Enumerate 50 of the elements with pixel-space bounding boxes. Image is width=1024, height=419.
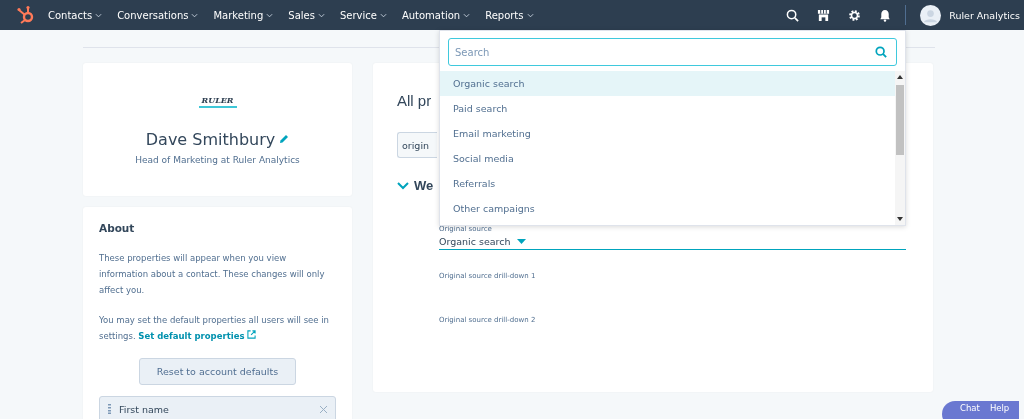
contact-job-title: Head of Marketing at Ruler Analytics [135, 154, 300, 165]
dropdown-option[interactable]: Paid search [440, 96, 895, 121]
drag-handle-icon[interactable] [108, 404, 111, 414]
search-icon[interactable] [786, 8, 800, 22]
contact-name: Dave Smithbury [145, 129, 276, 149]
dropdown-arrow-icon[interactable] [516, 239, 526, 244]
caret-icon [266, 12, 274, 18]
avatar-icon[interactable] [920, 4, 942, 26]
nav-menu-item[interactable]: Conversations [117, 9, 199, 21]
about-description: These properties will appear when you view information about a contact. These changes will only affect you. [99, 252, 326, 297]
chevron-icon[interactable] [397, 181, 409, 190]
set-default-properties-link[interactable]: Set default properties [138, 331, 257, 341]
nav-menu-item[interactable]: Automation [401, 9, 471, 21]
nav-menu-item[interactable]: Contacts [48, 9, 103, 21]
account-name[interactable]: Ruler Analytics [949, 9, 1020, 21]
chat-help-widget[interactable]: Chat Help [942, 401, 1020, 419]
reset-defaults-button[interactable]: Reset to account defaults [138, 358, 297, 385]
section-heading: We [414, 178, 434, 193]
property-item[interactable]: First name [99, 396, 336, 419]
dropdown-option[interactable]: Email marketing [440, 121, 895, 146]
caret-icon [191, 12, 199, 18]
dropdown-option[interactable]: Referrals [440, 171, 895, 196]
source-select[interactable]: Organic search [439, 236, 906, 250]
scrollbar[interactable] [895, 71, 905, 225]
notification-bell-icon[interactable] [879, 8, 892, 22]
scroll-up-arrow-icon[interactable] [897, 75, 903, 79]
scroll-down-arrow-icon[interactable] [897, 217, 903, 221]
dropdown-option[interactable]: Social media [440, 146, 895, 171]
pencil-icon[interactable] [279, 134, 290, 144]
nav-menu-item[interactable]: Sales [288, 9, 325, 21]
storefront-icon[interactable] [817, 8, 831, 22]
company-logo: RULER [198, 94, 237, 108]
nav-menu-item[interactable]: Service [339, 9, 387, 21]
settings-icon[interactable] [848, 8, 862, 22]
dropdown-option[interactable]: Organic search [440, 71, 895, 96]
caret-icon [463, 12, 471, 18]
nav-menu-item[interactable]: Marketing [213, 9, 274, 21]
nav-menu-item[interactable]: Reports [485, 9, 534, 21]
external-link-icon [247, 330, 257, 339]
caret-icon [95, 12, 103, 18]
search-field[interactable]: Search [448, 38, 897, 66]
property-search-field[interactable]: origin [397, 132, 437, 158]
default-properties-note: You may set the default properties all users will see in settings. Set default properties [99, 314, 330, 343]
about-heading: About [99, 222, 136, 234]
caret-icon [526, 12, 534, 18]
dropdown-option[interactable]: Other campaigns [440, 196, 895, 221]
caret-icon [317, 12, 325, 18]
caret-icon [379, 12, 387, 18]
sprocket-logo-icon[interactable] [16, 5, 36, 25]
properties-heading: All pr [397, 92, 432, 109]
